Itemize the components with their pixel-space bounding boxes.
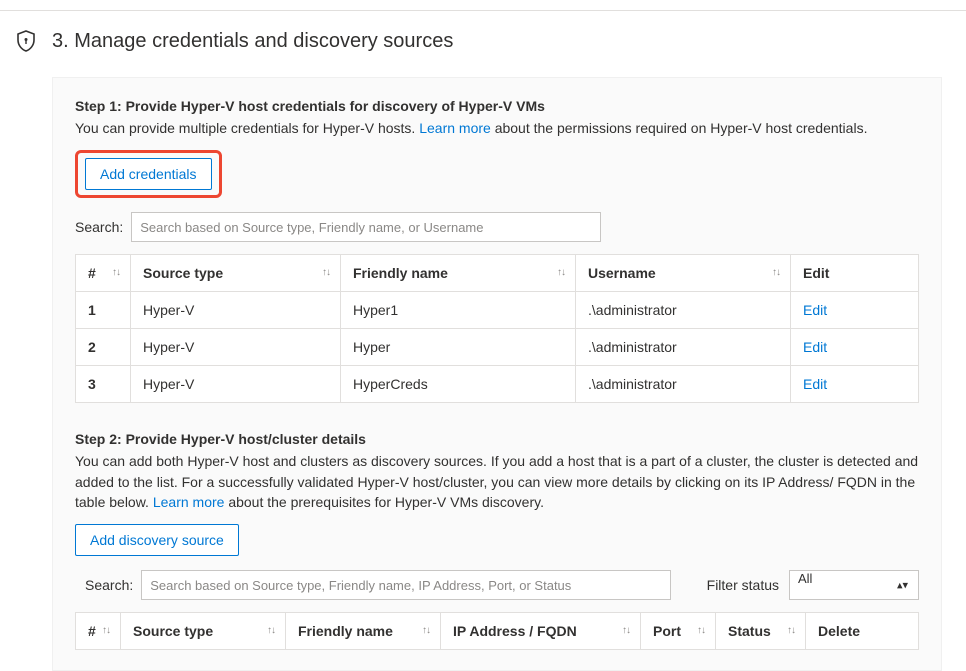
- sort-icon: ↑↓: [787, 626, 795, 636]
- cell-source: Hyper-V: [131, 366, 341, 403]
- col-delete: Delete: [806, 613, 919, 650]
- cell-source: Hyper-V: [131, 292, 341, 329]
- step1-search-row: Search:: [75, 212, 919, 242]
- cell-friendly: Hyper1: [341, 292, 576, 329]
- caret-updown-icon: ▴▾: [897, 579, 908, 592]
- add-discovery-source-button[interactable]: Add discovery source: [75, 524, 239, 556]
- add-credentials-button[interactable]: Add credentials: [85, 158, 212, 190]
- col-status[interactable]: Status↑↓: [716, 613, 806, 650]
- cell-user: .\administrator: [576, 329, 791, 366]
- step2-block: Step 2: Provide Hyper-V host/cluster det…: [75, 431, 919, 650]
- learn-more-link[interactable]: Learn more: [153, 494, 225, 510]
- table-row: 3 Hyper-V HyperCreds .\administrator Edi…: [76, 366, 919, 403]
- sort-icon: ↑↓: [622, 626, 630, 636]
- step2-heading: Step 2: Provide Hyper-V host/cluster det…: [75, 431, 919, 447]
- sort-icon: ↑↓: [267, 626, 275, 636]
- step1-heading: Step 1: Provide Hyper-V host credentials…: [75, 98, 919, 114]
- table-row: 2 Hyper-V Hyper .\administrator Edit: [76, 329, 919, 366]
- edit-link[interactable]: Edit: [803, 302, 827, 318]
- step1-search-label: Search:: [75, 219, 123, 235]
- cell-friendly: Hyper: [341, 329, 576, 366]
- step2-search-label: Search:: [85, 577, 133, 593]
- step2-desc: You can add both Hyper-V host and cluste…: [75, 451, 919, 512]
- filter-status-group: Filter status All ▴▾: [707, 570, 919, 600]
- cell-num: 2: [76, 329, 131, 366]
- shield-lock-icon: [14, 29, 38, 53]
- cell-num: 3: [76, 366, 131, 403]
- step2-desc-after: about the prerequisites for Hyper-V VMs …: [224, 494, 544, 510]
- col-friendly[interactable]: Friendly name↑↓: [286, 613, 441, 650]
- step1-desc-after: about the permissions required on Hyper-…: [491, 120, 868, 136]
- edit-link[interactable]: Edit: [803, 376, 827, 392]
- add-credentials-highlight: Add credentials: [75, 150, 222, 198]
- step1-desc-text: You can provide multiple credentials for…: [75, 120, 419, 136]
- step1-block: Step 1: Provide Hyper-V host credentials…: [75, 98, 919, 403]
- col-num[interactable]: #↑↓: [76, 255, 131, 292]
- table-row: 1 Hyper-V Hyper1 .\administrator Edit: [76, 292, 919, 329]
- cell-user: .\administrator: [576, 366, 791, 403]
- filter-status-label: Filter status: [707, 577, 779, 593]
- cell-num: 1: [76, 292, 131, 329]
- col-num[interactable]: #↑↓: [76, 613, 121, 650]
- cell-friendly: HyperCreds: [341, 366, 576, 403]
- col-source[interactable]: Source type↑↓: [121, 613, 286, 650]
- top-divider: [0, 10, 966, 11]
- cell-source: Hyper-V: [131, 329, 341, 366]
- col-source[interactable]: Source type↑↓: [131, 255, 341, 292]
- section-title: 3. Manage credentials and discovery sour…: [52, 30, 453, 53]
- step1-search-input[interactable]: [131, 212, 601, 242]
- sort-icon: ↑↓: [422, 626, 430, 636]
- learn-more-link[interactable]: Learn more: [419, 120, 491, 136]
- sort-icon: ↑↓: [322, 268, 330, 278]
- step1-desc: You can provide multiple credentials for…: [75, 118, 919, 138]
- col-edit: Edit: [791, 255, 919, 292]
- content-panel: Step 1: Provide Hyper-V host credentials…: [52, 77, 942, 671]
- col-user[interactable]: Username↑↓: [576, 255, 791, 292]
- col-port[interactable]: Port↑↓: [641, 613, 716, 650]
- col-friendly[interactable]: Friendly name↑↓: [341, 255, 576, 292]
- step2-search-row: Search: Filter status All ▴▾: [85, 570, 919, 600]
- filter-status-select[interactable]: All ▴▾: [789, 570, 919, 600]
- credentials-table: #↑↓ Source type↑↓ Friendly name↑↓ Userna…: [75, 254, 919, 403]
- col-ip[interactable]: IP Address / FQDN↑↓: [441, 613, 641, 650]
- sort-icon: ↑↓: [772, 268, 780, 278]
- sort-icon: ↑↓: [557, 268, 565, 278]
- sort-icon: ↑↓: [102, 626, 110, 636]
- cell-user: .\administrator: [576, 292, 791, 329]
- sort-icon: ↑↓: [112, 268, 120, 278]
- discovery-sources-table: #↑↓ Source type↑↓ Friendly name↑↓ IP Add…: [75, 612, 919, 650]
- section-header: 3. Manage credentials and discovery sour…: [0, 29, 966, 53]
- edit-link[interactable]: Edit: [803, 339, 827, 355]
- filter-status-value: All: [798, 571, 812, 586]
- step2-search-input[interactable]: [141, 570, 671, 600]
- sort-icon: ↑↓: [697, 626, 705, 636]
